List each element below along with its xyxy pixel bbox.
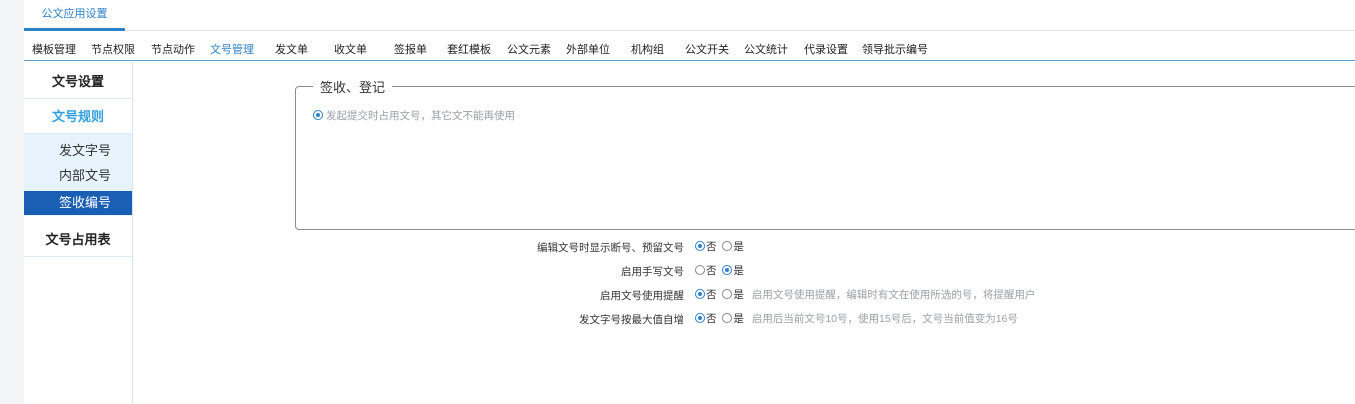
sidebar-item-receipt-number[interactable]: 签收编号 bbox=[24, 191, 132, 215]
sidebar: 文号设置 文号规则 发文字号 内部文号 签收编号 文号占用表 bbox=[24, 62, 133, 404]
menu-red-header-template[interactable]: 套红模板 bbox=[447, 41, 491, 57]
menu-leader-instruction-number[interactable]: 领导批示编号 bbox=[862, 41, 928, 57]
radio-yes-label: 是 bbox=[733, 313, 744, 325]
radio-no[interactable] bbox=[695, 289, 705, 299]
radio-yes[interactable] bbox=[722, 265, 733, 275]
option-row-usage-reminder: 启用文号使用提醒 否 是 启用文号使用提醒，编辑时有文在使用所选的号，将提醒用户 bbox=[430, 286, 1230, 304]
radio-yes[interactable] bbox=[722, 289, 733, 299]
radio-no-label: 否 bbox=[706, 313, 717, 325]
left-edge-strip bbox=[0, 0, 24, 404]
radio-yes-label: 是 bbox=[733, 289, 744, 301]
option-label: 发文字号按最大值自增 bbox=[579, 314, 684, 326]
menu-org-groups[interactable]: 机构组 bbox=[631, 41, 664, 57]
radio-icon-selected[interactable] bbox=[313, 110, 323, 120]
tab-document-app-settings[interactable]: 公文应用设置 bbox=[24, 0, 125, 31]
radio-yes[interactable] bbox=[722, 313, 733, 323]
occupy-number-option[interactable]: 发起提交时占用文号，其它文不能再使用 bbox=[313, 108, 515, 123]
option-hint: 启用后当前文号10号，使用15号后，文号当前值变为16号 bbox=[751, 313, 1018, 325]
menu-node-actions[interactable]: 节点动作 bbox=[151, 41, 195, 57]
menu-incoming-form[interactable]: 收文单 bbox=[334, 41, 367, 57]
option-hint: 启用文号使用提醒，编辑时有文在使用所选的号，将提醒用户 bbox=[751, 289, 1036, 301]
menu-doc-elements[interactable]: 公文元素 bbox=[507, 41, 551, 57]
sidebar-item-internal-number[interactable]: 内部文号 bbox=[24, 164, 132, 188]
sidebar-subitems: 发文字号 内部文号 签收编号 bbox=[24, 134, 132, 216]
radio-no-label: 否 bbox=[706, 265, 717, 277]
fieldset-legend: 签收、登记 bbox=[313, 77, 393, 96]
menu-template-management[interactable]: 模板管理 bbox=[32, 41, 76, 57]
menu-outgoing-form[interactable]: 发文单 bbox=[275, 41, 308, 57]
menu-doc-statistics[interactable]: 公文统计 bbox=[744, 41, 788, 57]
radio-yes-label: 是 bbox=[733, 241, 744, 253]
option-label: 启用文号使用提醒 bbox=[600, 290, 684, 302]
radio-no[interactable] bbox=[695, 313, 705, 323]
menu-doc-switches[interactable]: 公文开关 bbox=[685, 41, 729, 57]
option-row-max-increment: 发文字号按最大值自增 否 是 启用后当前文号10号，使用15号后，文号当前值变为… bbox=[430, 310, 1230, 328]
sidebar-item-number-settings[interactable]: 文号设置 bbox=[24, 64, 132, 99]
menu-node-permissions[interactable]: 节点权限 bbox=[91, 41, 135, 57]
option-row-show-gaps: 编辑文号时显示断号、预留文号 否 是 bbox=[430, 238, 1230, 256]
occupy-number-option-label: 发起提交时占用文号，其它文不能再使用 bbox=[326, 110, 515, 122]
top-tab-bar: 公文应用设置 bbox=[24, 0, 1355, 31]
radio-yes-label: 是 bbox=[733, 265, 744, 277]
option-label: 编辑文号时显示断号、预留文号 bbox=[537, 242, 684, 254]
menu-sign-report-form[interactable]: 签报单 bbox=[394, 41, 427, 57]
option-row-handwritten-number: 启用手写文号 否 是 bbox=[430, 262, 1230, 280]
menu-proxy-entry-settings[interactable]: 代录设置 bbox=[804, 41, 848, 57]
sidebar-item-number-rules[interactable]: 文号规则 bbox=[24, 99, 132, 134]
settings-menu-bar: 模板管理 节点权限 节点动作 文号管理 发文单 收文单 签报单 套红模板 公文元… bbox=[24, 39, 1355, 61]
sidebar-item-outgoing-number[interactable]: 发文字号 bbox=[24, 139, 132, 163]
radio-no[interactable] bbox=[695, 241, 705, 251]
radio-no-label: 否 bbox=[706, 241, 717, 253]
menu-doc-number-management[interactable]: 文号管理 bbox=[210, 41, 254, 57]
radio-no[interactable] bbox=[695, 265, 705, 275]
radio-no-label: 否 bbox=[706, 289, 717, 301]
menu-external-units[interactable]: 外部单位 bbox=[566, 41, 610, 57]
radio-yes[interactable] bbox=[722, 241, 733, 251]
sidebar-item-number-usage-table[interactable]: 文号占用表 bbox=[24, 222, 132, 257]
option-label: 启用手写文号 bbox=[621, 266, 684, 278]
